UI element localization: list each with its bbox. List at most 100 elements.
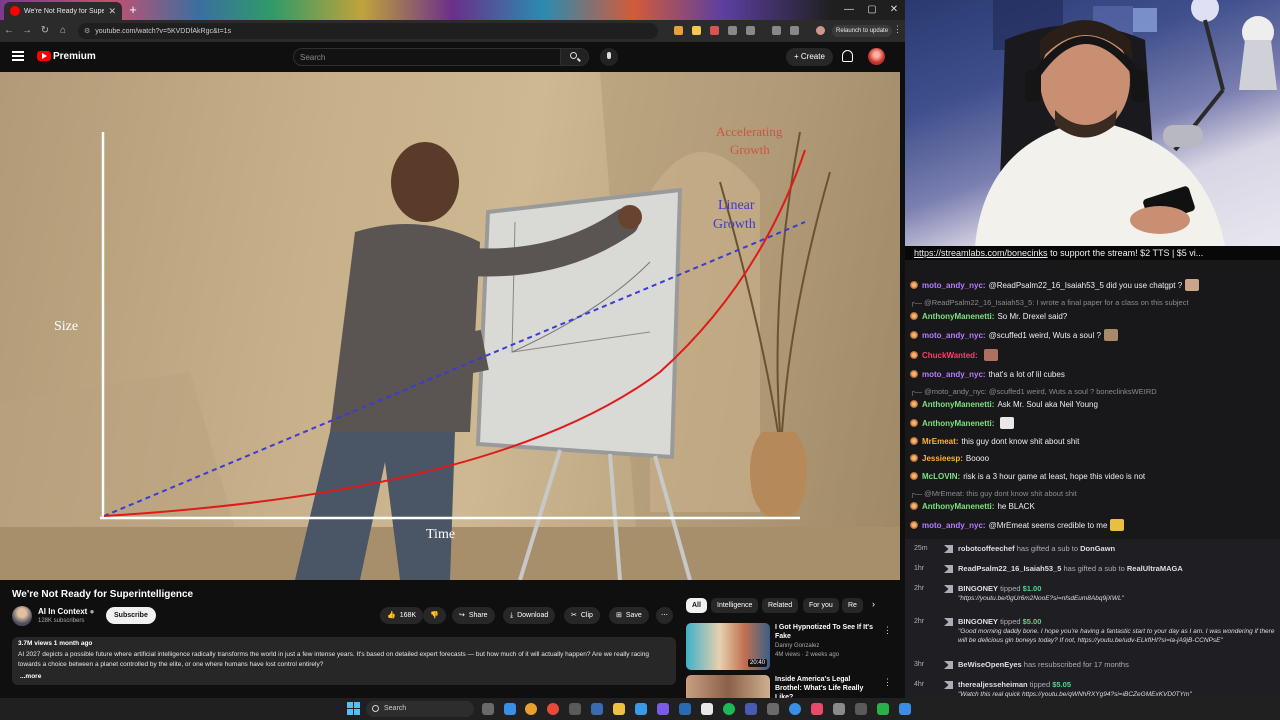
chat-username[interactable]: McLOVIN: (922, 472, 960, 481)
download-icon[interactable] (790, 26, 799, 35)
chat-username[interactable]: ChuckWanted: (922, 351, 978, 360)
app-icon[interactable] (701, 703, 713, 715)
event-user[interactable]: robotcoffeechef (958, 544, 1015, 553)
app-icon[interactable] (877, 703, 889, 715)
event-target[interactable]: DonGawn (1080, 544, 1115, 553)
create-button[interactable]: + Create (786, 48, 833, 66)
recommendation-channel[interactable]: Danny Gonzalez (775, 643, 819, 649)
relaunch-button[interactable]: Relaunch to update (832, 25, 893, 37)
chevron-right-icon[interactable]: › (872, 599, 875, 609)
channel-avatar[interactable] (12, 606, 32, 626)
chip-for-you[interactable]: For you (803, 598, 839, 613)
app-icon[interactable] (899, 703, 911, 715)
event-user[interactable]: BINGONEY (958, 584, 998, 593)
app-icon[interactable] (767, 703, 779, 715)
more-options-icon[interactable]: ⋮ (883, 677, 892, 688)
search-button[interactable] (560, 49, 588, 65)
chat-username[interactable]: moto_andy_nyc: (922, 281, 986, 290)
recommendation-item[interactable]: 20:40 I Got Hypnotized To See If It's Fa… (686, 623, 892, 671)
event-user[interactable]: therealjesseheiman (958, 680, 1028, 689)
maximize-button[interactable]: ▢ (861, 0, 883, 20)
more-actions-button[interactable]: ⋯ (656, 607, 673, 624)
extension-icon[interactable] (674, 26, 683, 35)
event-user[interactable]: BeWiseOpenEyes (958, 660, 1022, 669)
extension-icon[interactable] (692, 26, 701, 35)
chat-username[interactable]: moto_andy_nyc: (922, 370, 986, 379)
sidebar-icon[interactable] (772, 26, 781, 35)
youtube-brand[interactable]: Premium (53, 51, 96, 62)
share-button[interactable]: ↪ Share (452, 607, 495, 624)
chat-username[interactable]: Jessieesp: (922, 454, 963, 463)
clip-button[interactable]: ✂ Clip (564, 607, 600, 624)
url-field[interactable]: ⚙ youtube.com/watch?v=5KVDDfAkRgc&t=1s (78, 23, 658, 39)
app-icon[interactable] (833, 703, 845, 715)
app-icon[interactable] (569, 703, 581, 715)
chip-related[interactable]: Related (762, 598, 799, 613)
menu-icon[interactable] (12, 51, 24, 61)
show-more-link[interactable]: ...more (20, 673, 41, 680)
close-window-button[interactable]: ✕ (883, 0, 905, 20)
puzzle-icon[interactable] (746, 26, 755, 35)
app-icon[interactable] (855, 703, 867, 715)
notifications-icon[interactable] (842, 50, 853, 62)
event-user[interactable]: BINGONEY (958, 617, 998, 626)
subscribe-button[interactable]: Subscribe (106, 607, 156, 624)
voice-search-icon[interactable] (600, 48, 618, 66)
profile-icon[interactable] (816, 26, 825, 35)
chat-username[interactable]: AnthonyManenetti: (922, 419, 994, 428)
back-button[interactable]: ← (0, 20, 18, 42)
minimize-button[interactable]: — (838, 0, 860, 20)
app-icon[interactable] (679, 703, 691, 715)
recommendation-item[interactable]: Inside America's Legal Brothel: What's L… (686, 675, 892, 698)
new-tab-button[interactable]: + (126, 3, 140, 17)
tab-youtube[interactable]: We're Not Ready for Superi ✕ (4, 2, 122, 20)
save-button[interactable]: ⊞ Save (609, 607, 649, 624)
event-user[interactable]: ReadPsalm22_16_Isaiah53_5 (958, 564, 1061, 573)
chat-username[interactable]: MrEmeat: (922, 437, 958, 446)
recommendation-thumbnail[interactable]: 20:40 (686, 623, 770, 670)
youtube-logo-icon[interactable] (37, 51, 51, 61)
spotify-icon[interactable] (723, 703, 735, 715)
file-explorer-icon[interactable] (613, 703, 625, 715)
reload-button[interactable]: ↻ (36, 20, 54, 42)
chip-all[interactable]: All (686, 598, 707, 613)
chat-username[interactable]: AnthonyManenetti: (922, 502, 994, 511)
app-icon[interactable] (745, 703, 757, 715)
app-icon[interactable] (547, 703, 559, 715)
recommendation-title[interactable]: Inside America's Legal Brothel: What's L… (775, 675, 879, 698)
video-player[interactable]: Size Time Linear Growth Accelerating Gro… (0, 72, 900, 580)
recommendation-thumbnail[interactable] (686, 675, 770, 698)
search-input[interactable] (294, 49, 560, 65)
more-options-icon[interactable]: ⋮ (883, 625, 892, 636)
channel-name[interactable]: AI In Context ● (38, 607, 94, 616)
chat-username[interactable]: AnthonyManenetti: (922, 312, 994, 321)
like-button[interactable]: 👍 168K (380, 607, 424, 624)
dislike-button[interactable]: 👎 (423, 607, 446, 624)
taskbar-search[interactable]: Search (366, 701, 474, 717)
chat-username[interactable]: moto_andy_nyc: (922, 331, 986, 340)
task-view-icon[interactable] (482, 703, 494, 715)
chrome-icon[interactable] (525, 703, 537, 715)
streamlabs-link[interactable]: https://streamlabs.com/bonecinks (914, 248, 1048, 258)
event-target[interactable]: RealUltraMAGA (1127, 564, 1183, 573)
chat-username[interactable]: moto_andy_nyc: (922, 521, 986, 530)
chip-intelligence[interactable]: Intelligence (711, 598, 759, 613)
browser-menu-icon[interactable]: ⋮ (893, 24, 902, 35)
tab-close-icon[interactable]: ✕ (108, 6, 116, 17)
app-icon[interactable] (591, 703, 603, 715)
app-icon[interactable] (657, 703, 669, 715)
download-button[interactable]: ⤓ Download (503, 607, 556, 624)
chat-username[interactable]: AnthonyManenetti: (922, 400, 994, 409)
description-box[interactable]: 3.7M views 1 month ago AI 2027 depicts a… (12, 637, 676, 685)
app-icon[interactable] (635, 703, 647, 715)
app-icon[interactable] (504, 703, 516, 715)
avatar[interactable] (868, 48, 885, 65)
site-info-icon[interactable]: ⚙ (84, 27, 90, 35)
windows-start-icon[interactable] (347, 702, 360, 715)
chip-recent[interactable]: Re (842, 598, 863, 613)
app-icon[interactable] (789, 703, 801, 715)
app-icon[interactable] (811, 703, 823, 715)
extension-icon[interactable] (728, 26, 737, 35)
forward-button[interactable]: → (18, 20, 36, 42)
recommendation-title[interactable]: I Got Hypnotized To See If It's Fake (775, 623, 879, 641)
